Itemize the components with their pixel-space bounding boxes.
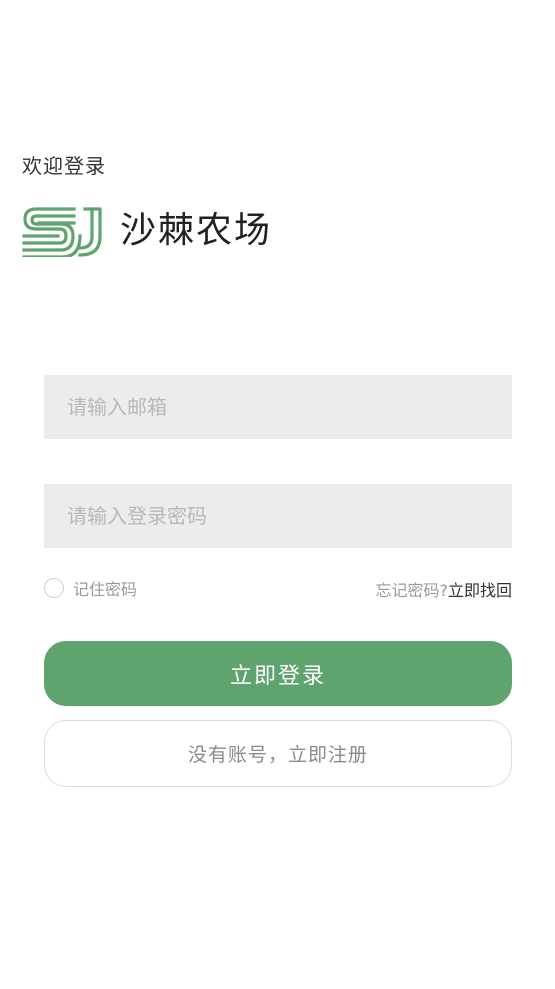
- remember-radio-icon[interactable]: [44, 578, 64, 598]
- brand-header: 沙棘农场: [22, 203, 272, 259]
- brand-name: 沙棘农场: [120, 210, 273, 251]
- sj-logo-icon: [22, 207, 102, 257]
- password-input[interactable]: [44, 484, 512, 548]
- forgot-password-question: 忘记密码?: [375, 581, 448, 600]
- recover-password-link[interactable]: 立即找回: [448, 581, 512, 600]
- register-button[interactable]: 没有账号，立即注册: [44, 720, 512, 787]
- remember-password-toggle[interactable]: 记住密码: [44, 576, 137, 600]
- login-button[interactable]: 立即登录: [44, 641, 512, 706]
- email-input[interactable]: [44, 375, 512, 439]
- remember-password-label: 记住密码: [73, 580, 138, 599]
- welcome-heading: 欢迎登录: [22, 154, 106, 178]
- forgot-password: 忘记密码?立即找回: [375, 577, 512, 601]
